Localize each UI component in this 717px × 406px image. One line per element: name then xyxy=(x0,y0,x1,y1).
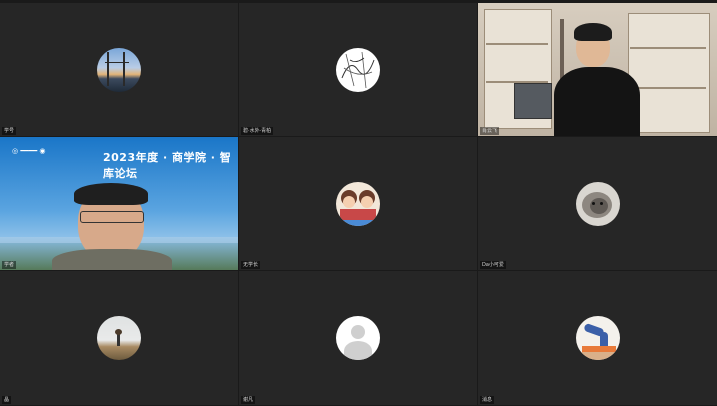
participant-video-tile[interactable]: ◎ ━━━━ ◉ 2023年度 · 商学院 · 智库论坛 学者 xyxy=(0,137,238,270)
participant-name: 消息 xyxy=(480,396,495,404)
participant-avatar xyxy=(575,316,620,360)
participant-name: 学号 xyxy=(2,127,17,135)
default-user-icon xyxy=(336,316,380,360)
participant-name: 谢凡 xyxy=(241,396,256,404)
participant-avatar xyxy=(336,181,380,226)
participant-avatar xyxy=(336,47,380,92)
participant-tile[interactable]: 无学长 xyxy=(239,137,477,270)
participant-tile[interactable]: 谢凡 xyxy=(239,271,477,405)
participant-tile[interactable]: 消息 xyxy=(478,271,717,405)
participant-name: Da小可爱 xyxy=(480,261,506,269)
participant-name: 晶 xyxy=(2,396,12,404)
participant-name: 学者 xyxy=(2,261,17,269)
participant-name: 无学长 xyxy=(241,261,261,269)
video-gallery: 学号 碧·水外·青柏 肖云飞 ◎ ━━━━ ◉ 2023年度 · 商学院 · 智… xyxy=(0,3,717,406)
participant-tile[interactable]: 学号 xyxy=(0,3,238,136)
participant-tile[interactable]: Da小可爱 xyxy=(478,137,717,270)
participant-avatar xyxy=(97,47,141,92)
participant-name: 肖云飞 xyxy=(480,127,500,135)
participant-video xyxy=(478,3,717,136)
participant-name: 碧·水外·青柏 xyxy=(241,127,274,135)
participant-avatar xyxy=(97,316,141,360)
participant-tile[interactable]: 晶 xyxy=(0,271,238,405)
participant-avatar xyxy=(575,181,620,226)
participant-video-tile[interactable]: 肖云飞 xyxy=(478,3,717,136)
university-logo: ◎ ━━━━ ◉ xyxy=(12,147,46,155)
slide-title: 2023年度 · 商学院 · 智库论坛 xyxy=(103,151,232,180)
participant-tile[interactable]: 碧·水外·青柏 xyxy=(239,3,477,136)
